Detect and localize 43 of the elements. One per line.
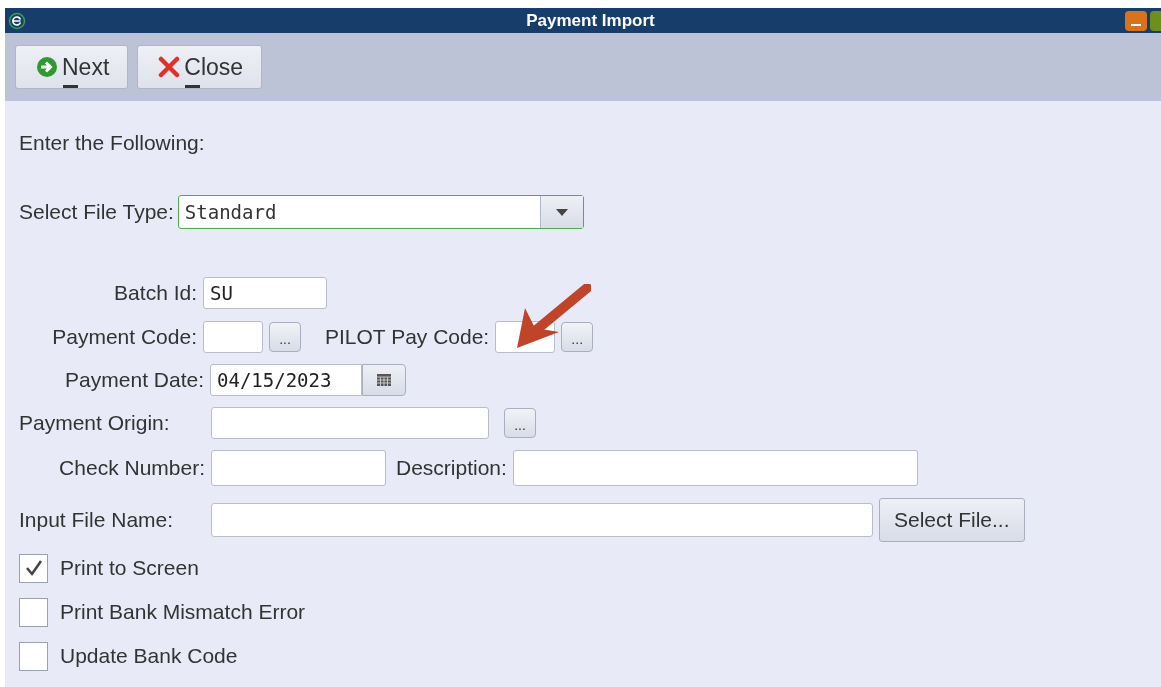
checkbox-label: Print Bank Mismatch Error xyxy=(60,600,306,624)
calendar-button[interactable] xyxy=(362,364,406,396)
check-icon xyxy=(23,558,44,578)
caret-icon xyxy=(555,208,568,216)
minimize-button[interactable] xyxy=(1125,10,1147,31)
checkbox[interactable] xyxy=(19,553,48,583)
checkbox-label: Print to Screen xyxy=(60,556,199,580)
next-button[interactable]: Next xyxy=(15,45,129,89)
field-label: Description: xyxy=(396,456,507,480)
browse-button[interactable]: ... xyxy=(561,322,594,352)
browse-button[interactable]: ... xyxy=(269,322,301,352)
shortcut-underline xyxy=(185,84,201,88)
field-label: Select File Type: xyxy=(19,200,174,224)
checkbox[interactable] xyxy=(19,597,48,627)
logo-icon xyxy=(8,11,26,30)
window-title: Payment Import xyxy=(525,10,656,31)
arrow-icon xyxy=(515,284,591,350)
input-field[interactable] xyxy=(211,450,386,486)
file-type-dropdown[interactable]: Standard xyxy=(177,195,584,229)
batch-id-field[interactable]: SU xyxy=(203,277,327,309)
field-label: Payment Date: xyxy=(64,368,204,392)
calendar-icon xyxy=(377,374,391,386)
section-heading: Enter the Following: xyxy=(19,131,206,155)
field-label: Payment Code: xyxy=(51,325,197,349)
checkbox[interactable] xyxy=(19,641,48,671)
minimize-icon xyxy=(1131,23,1141,26)
field-label: Batch Id: xyxy=(113,281,197,305)
select-file-button[interactable]: Select File... xyxy=(879,498,1025,542)
browse-button[interactable]: ... xyxy=(504,408,536,438)
input-field[interactable] xyxy=(203,321,263,353)
field-label: Input File Name: xyxy=(19,508,175,532)
checkbox-label: Update Bank Code xyxy=(60,644,238,668)
input-field[interactable] xyxy=(211,407,489,439)
input-field[interactable] xyxy=(512,450,918,486)
input-field[interactable] xyxy=(211,503,873,537)
field-label: Check Number: xyxy=(58,456,205,480)
close-icon xyxy=(158,56,181,78)
close-button[interactable]: Close xyxy=(137,45,263,89)
arrow-circle-icon xyxy=(36,56,58,78)
date-field[interactable]: 04/15/2023 xyxy=(210,364,362,396)
shortcut-underline xyxy=(63,84,78,88)
field-label: PILOT Pay Code: xyxy=(325,325,490,349)
field-label: Payment Origin: xyxy=(19,411,171,435)
